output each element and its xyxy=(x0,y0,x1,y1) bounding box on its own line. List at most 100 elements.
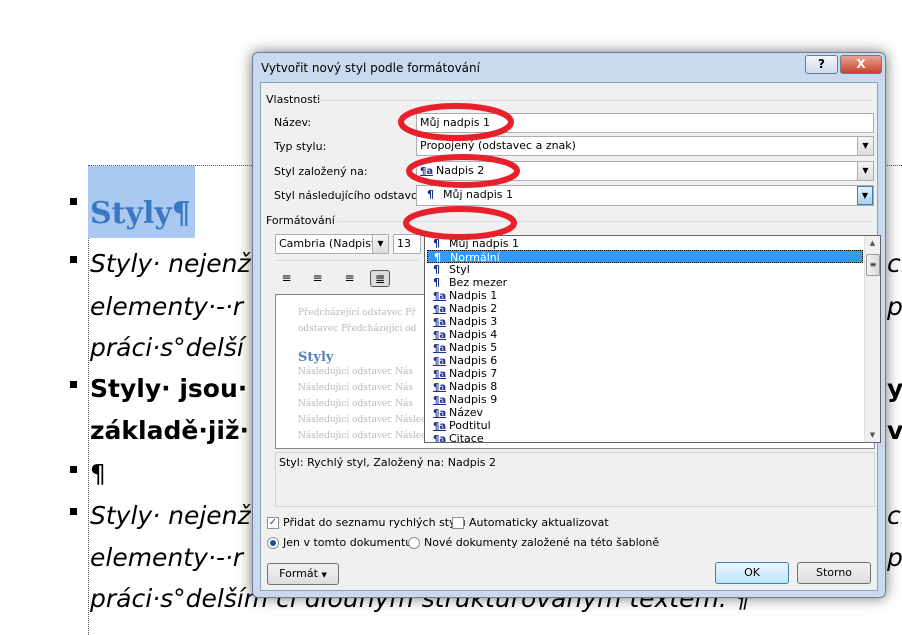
close-button[interactable]: X xyxy=(840,55,882,74)
name-input[interactable]: Můj nadpis 1 xyxy=(416,113,874,133)
paragraph-icon: ¶ xyxy=(427,188,434,201)
auto-update-label[interactable]: Automaticky aktualizovat xyxy=(469,516,609,529)
bullet xyxy=(70,256,77,263)
preview-prev-text: Předcházející odstavec Př xyxy=(298,308,416,318)
next-style-dropdown-list[interactable]: ¶ Můj nadpis 1 ¶ Normální ¶ Styl ¶ Bez mezer ¶a N… xyxy=(424,235,881,443)
dropdown-item[interactable]: ¶ Bez mezer xyxy=(427,276,863,289)
dialog-body: Vlastnosti Název: Můj nadpis 1 Typ stylu… xyxy=(260,82,881,591)
doc-line: elementy·-·r xyxy=(90,543,244,572)
scroll-up-icon[interactable]: ▲ xyxy=(865,239,880,247)
bullet xyxy=(70,381,77,388)
doc-line-fragment: p xyxy=(887,292,902,321)
dropdown-item[interactable]: ¶a Nadpis 2 xyxy=(427,302,863,315)
align-right-icon[interactable]: ≡ xyxy=(341,270,358,287)
style-type-select[interactable]: Propojený (odstavec a znak) ▼ xyxy=(416,136,874,156)
format-button[interactable]: Formát ▼ xyxy=(267,563,339,585)
dropdown-item-label: Nadpis 8 xyxy=(449,380,498,393)
dropdown-item[interactable]: ¶ Styl xyxy=(427,263,863,276)
chevron-down-icon[interactable]: ▼ xyxy=(372,235,388,253)
dropdown-item-label: Nadpis 5 xyxy=(449,341,498,354)
ok-button[interactable]: OK xyxy=(715,562,789,584)
cancel-button[interactable]: Storno xyxy=(797,562,871,584)
doc-line: Styly· nejenž xyxy=(90,501,251,530)
bullet xyxy=(70,466,77,473)
format-button-label: Formát xyxy=(279,567,318,580)
font-size-select[interactable]: 13 xyxy=(393,234,421,254)
doc-line: Styly· nejenž xyxy=(90,249,251,278)
dropdown-item[interactable]: ¶a Citace xyxy=(427,432,863,442)
dropdown-item[interactable]: ¶a Nadpis 1 xyxy=(427,289,863,302)
bullet xyxy=(70,508,77,515)
formatting-group-label: Formátování xyxy=(266,214,335,227)
doc-line-fragment: p xyxy=(887,543,902,572)
new-documents-label[interactable]: Nové dokumenty založené na této šabloně xyxy=(424,536,659,549)
dropdown-item[interactable]: ¶a Podtitul xyxy=(427,419,863,432)
linked-style-icon: ¶a xyxy=(420,166,434,177)
font-value: Cambria (Nadpisy) xyxy=(279,237,382,250)
heading-text: Styly¶ xyxy=(90,196,191,231)
only-this-document-label[interactable]: Jen v tomto dokumentu xyxy=(283,536,412,549)
doc-line: elementy·-·r xyxy=(90,292,244,321)
dropdown-item[interactable]: ¶a Nadpis 5 xyxy=(427,341,863,354)
based-on-select[interactable]: ¶a Nadpis 2 ▼ xyxy=(416,161,874,181)
dropdown-item[interactable]: ¶ Normální xyxy=(427,250,863,264)
paragraph-icon: ¶ xyxy=(433,237,440,250)
next-style-select[interactable]: ¶ Můj nadpis 1 ▼ xyxy=(416,185,874,206)
dropdown-item-label: Nadpis 2 xyxy=(449,302,498,315)
align-justify-icon[interactable]: ≣ xyxy=(370,270,390,287)
chevron-down-icon: ▼ xyxy=(321,571,327,579)
doc-line: Styly· jsou· xyxy=(90,374,248,403)
align-left-icon[interactable]: ≡ xyxy=(278,270,295,287)
dropdown-item[interactable]: ¶a Nadpis 7 xyxy=(427,367,863,380)
add-quick-styles-checkbox[interactable]: ✓ xyxy=(267,517,279,529)
dropdown-item[interactable]: ¶a Název xyxy=(427,406,863,419)
add-quick-styles-label[interactable]: Přidat do seznamu rychlých stylů xyxy=(283,516,466,529)
dialog-title: Vytvořit nový styl podle formátování xyxy=(261,61,480,75)
dropdown-item-label: Nadpis 4 xyxy=(449,328,498,341)
dropdown-item[interactable]: ¶a Nadpis 6 xyxy=(427,354,863,367)
dropdown-item-label: Můj nadpis 1 xyxy=(449,237,519,250)
help-button[interactable]: ? xyxy=(805,55,838,74)
preview-next-text: Následující odstavec Nás xyxy=(298,399,414,409)
based-on-label: Styl založený na: xyxy=(274,165,368,178)
list-scrollbar[interactable]: ▲ ≡ ▼ xyxy=(864,236,880,442)
doc-line-fragment: ch xyxy=(887,249,902,278)
based-on-value: Nadpis 2 xyxy=(436,164,485,177)
paragraph-icon: ¶ xyxy=(433,276,440,289)
dropdown-item-label: Nadpis 9 xyxy=(449,393,498,406)
doc-line-fragment: y xyxy=(887,374,902,403)
dropdown-item[interactable]: ¶a Nadpis 3 xyxy=(427,315,863,328)
dropdown-item-label: Nadpis 3 xyxy=(449,315,498,328)
new-documents-radio[interactable] xyxy=(408,537,420,549)
only-this-document-radio[interactable] xyxy=(267,537,279,549)
scroll-down-icon[interactable]: ▼ xyxy=(865,431,880,439)
chevron-down-icon[interactable]: ▼ xyxy=(857,162,873,180)
dropdown-item-label: Nadpis 1 xyxy=(449,289,498,302)
scrollbar-thumb[interactable]: ≡ xyxy=(866,254,880,276)
doc-line: práci·s°delší xyxy=(90,333,244,362)
align-center-icon[interactable]: ≡ xyxy=(309,270,326,287)
dropdown-item[interactable]: ¶a Nadpis 4 xyxy=(427,328,863,341)
style-type-value: Propojený (odstavec a znak) xyxy=(420,139,576,152)
dropdown-item[interactable]: ¶a Nadpis 9 xyxy=(427,393,863,406)
preview-next-text: Následující odstavec Nás xyxy=(298,383,414,393)
chevron-down-icon[interactable]: ▼ xyxy=(857,137,873,155)
dropdown-item-label: Bez mezer xyxy=(449,276,508,289)
dropdown-item-label: Podtitul xyxy=(449,419,491,432)
preview-sample: Styly xyxy=(298,350,334,365)
paragraph-icon: ¶ xyxy=(433,263,440,276)
doc-line: základě·již· xyxy=(90,416,250,445)
doc-line-fragment: ch xyxy=(887,501,902,530)
dropdown-item-label: Nadpis 6 xyxy=(449,354,498,367)
selected-heading[interactable]: Styly¶ xyxy=(88,166,195,238)
properties-group-label: Vlastnosti xyxy=(266,93,321,106)
style-description: Styl: Rychlý styl, Založený na: Nadpis 2 xyxy=(275,452,875,507)
preview-prev-text: odstavec Předcházející od xyxy=(298,324,417,334)
dropdown-item[interactable]: ¶ Můj nadpis 1 xyxy=(427,237,863,250)
font-select[interactable]: Cambria (Nadpisy) ▼ xyxy=(275,234,389,254)
chevron-down-icon[interactable]: ▼ xyxy=(857,186,873,205)
auto-update-checkbox[interactable] xyxy=(452,517,464,529)
next-style-label: Styl následujícího odstavce: xyxy=(274,189,428,202)
name-label: Název: xyxy=(274,116,312,129)
dropdown-item[interactable]: ¶a Nadpis 8 xyxy=(427,380,863,393)
